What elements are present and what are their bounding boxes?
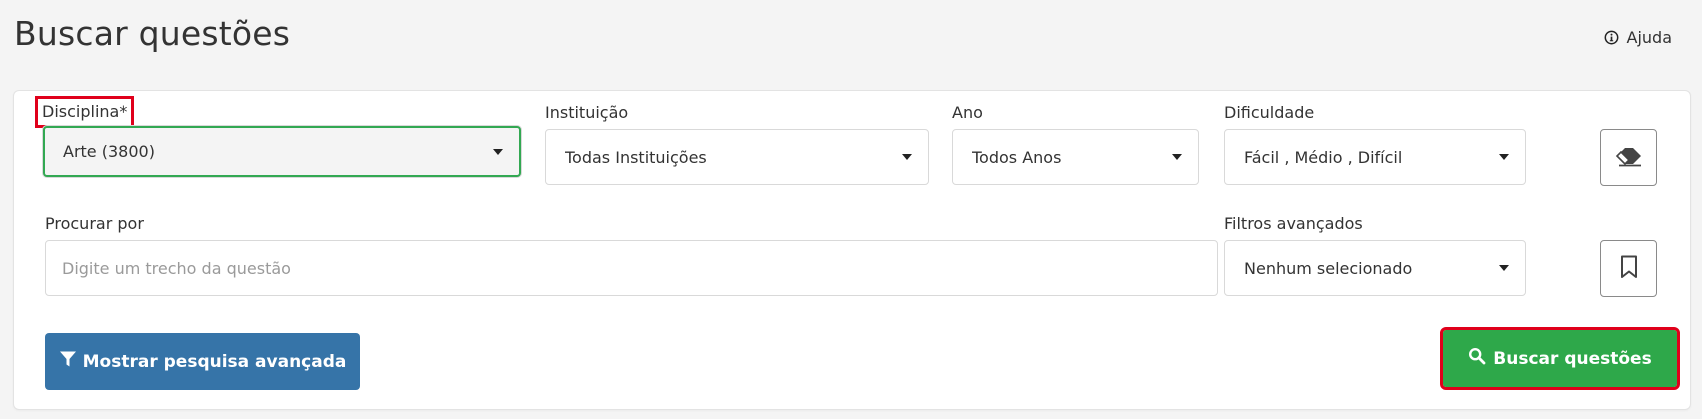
instituicao-value: Todas Instituições [565,147,707,167]
help-label: Ajuda [1626,28,1673,47]
bookmark-icon [1620,255,1638,283]
filter-icon [59,350,77,373]
search-text-input[interactable] [45,240,1218,296]
chevron-down-icon [493,148,503,155]
dificuldade-select[interactable]: Fácil , Médio , Difícil [1224,129,1526,185]
eraser-icon [1615,145,1643,171]
dificuldade-value: Fácil , Médio , Difícil [1244,147,1403,167]
chevron-down-icon [902,154,912,160]
search-filters-card: Disciplina* Arte (3800) Instituição Toda… [13,90,1691,410]
instituicao-select[interactable]: Todas Instituições [545,129,929,185]
show-advanced-search-label: Mostrar pesquisa avançada [82,351,347,372]
disciplina-select[interactable]: Arte (3800) [43,126,521,177]
page-title: Buscar questões [14,14,291,53]
ano-select[interactable]: Todos Anos [952,129,1199,185]
clear-filters-button[interactable] [1600,129,1657,186]
bookmark-button[interactable] [1600,240,1657,297]
disciplina-label: Disciplina* [34,96,135,128]
procurar-label: Procurar por [45,214,144,233]
info-circle-icon [1604,30,1619,45]
show-advanced-search-button[interactable]: Mostrar pesquisa avançada [45,333,360,390]
search-questions-label: Buscar questões [1493,348,1652,369]
chevron-down-icon [1499,154,1509,160]
filtros-avancados-value: Nenhum selecionado [1244,258,1413,278]
filtros-avancados-select[interactable]: Nenhum selecionado [1224,240,1526,296]
search-questions-button[interactable]: Buscar questões [1440,327,1680,390]
chevron-down-icon [1172,154,1182,160]
disciplina-value: Arte (3800) [63,142,155,161]
filtros-avancados-label: Filtros avançados [1224,214,1363,233]
ano-value: Todos Anos [972,147,1062,167]
chevron-down-icon [1499,265,1509,271]
ano-label: Ano [952,103,983,122]
search-icon [1468,347,1486,370]
instituicao-label: Instituição [545,103,629,122]
help-link[interactable]: Ajuda [1604,28,1673,47]
dificuldade-label: Dificuldade [1224,103,1315,122]
